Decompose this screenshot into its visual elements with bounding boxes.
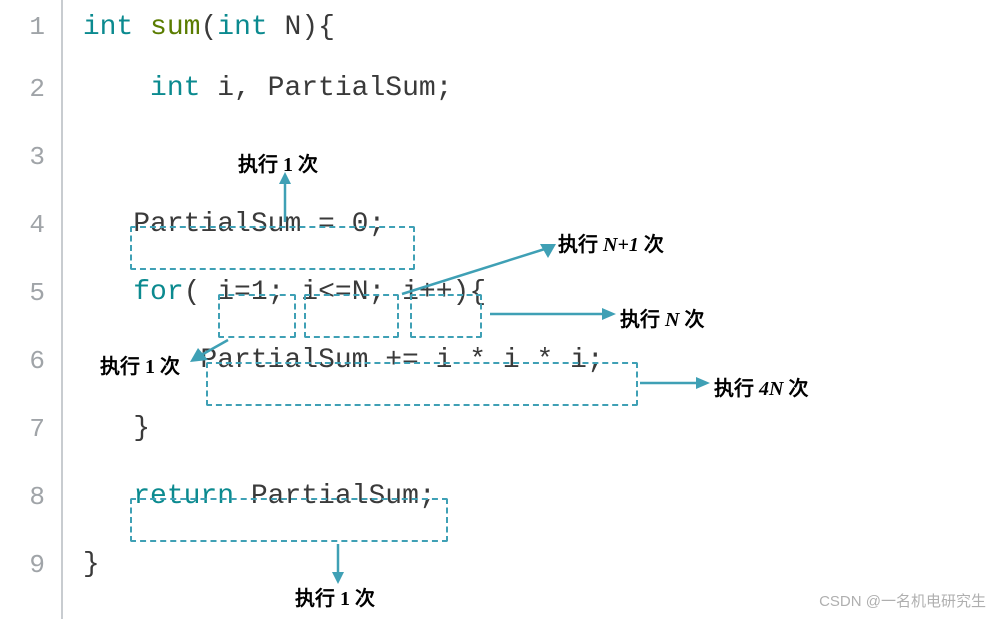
lineno: 4 (0, 191, 60, 259)
keyword-int: int (150, 73, 200, 104)
lineno: 3 (0, 123, 60, 191)
ann-exec-1-bottom: 执行 1 次 (295, 582, 375, 611)
lineno: 8 (0, 463, 60, 531)
brace-close: } (83, 549, 100, 580)
lineno: 5 (0, 259, 60, 327)
lineno: 6 (0, 327, 60, 395)
decl: i, PartialSum; (200, 73, 452, 104)
box-for-init (218, 294, 296, 338)
ann-exec-1-top: 执行 1 次 (238, 148, 318, 177)
lineno: 9 (0, 531, 60, 599)
lineno: 1 (0, 0, 60, 55)
box-partialsum-init (130, 226, 415, 270)
keyword-int: int (217, 12, 267, 43)
watermark: CSDN @一名机电研究生 (819, 590, 986, 611)
italic-4n: 4N (759, 378, 783, 400)
italic-n: N (665, 309, 679, 331)
keyword-for: for (133, 277, 183, 308)
box-for-cond (304, 294, 399, 338)
box-loop-body (206, 362, 638, 406)
keyword-int: int (83, 12, 133, 43)
ann-exec-1-left: 执行 1 次 (100, 350, 180, 379)
box-for-inc (410, 294, 482, 338)
brace-open: ){ (301, 12, 335, 43)
param-N: N (285, 12, 302, 43)
ann-exec-4n: 执行 4N 次 (714, 372, 808, 401)
arrow-to-body (640, 372, 714, 394)
gutter-separator (61, 0, 63, 619)
brace-close: } (133, 413, 150, 444)
ann-exec-np1: 执行 N+1 次 (558, 228, 664, 257)
lineno: 2 (0, 55, 60, 123)
func-name: sum (150, 12, 200, 43)
lineno: 7 (0, 395, 60, 463)
code-line-3 (66, 123, 604, 191)
code-line-1: int sum(int N){ (66, 0, 604, 55)
ann-exec-n: 执行 N 次 (620, 303, 704, 332)
code-line-2: int i, PartialSum; (66, 55, 604, 123)
box-return (130, 498, 448, 542)
italic-np1: N+1 (603, 234, 639, 256)
line-number-gutter: 1 2 3 4 5 6 7 8 9 (0, 0, 60, 599)
